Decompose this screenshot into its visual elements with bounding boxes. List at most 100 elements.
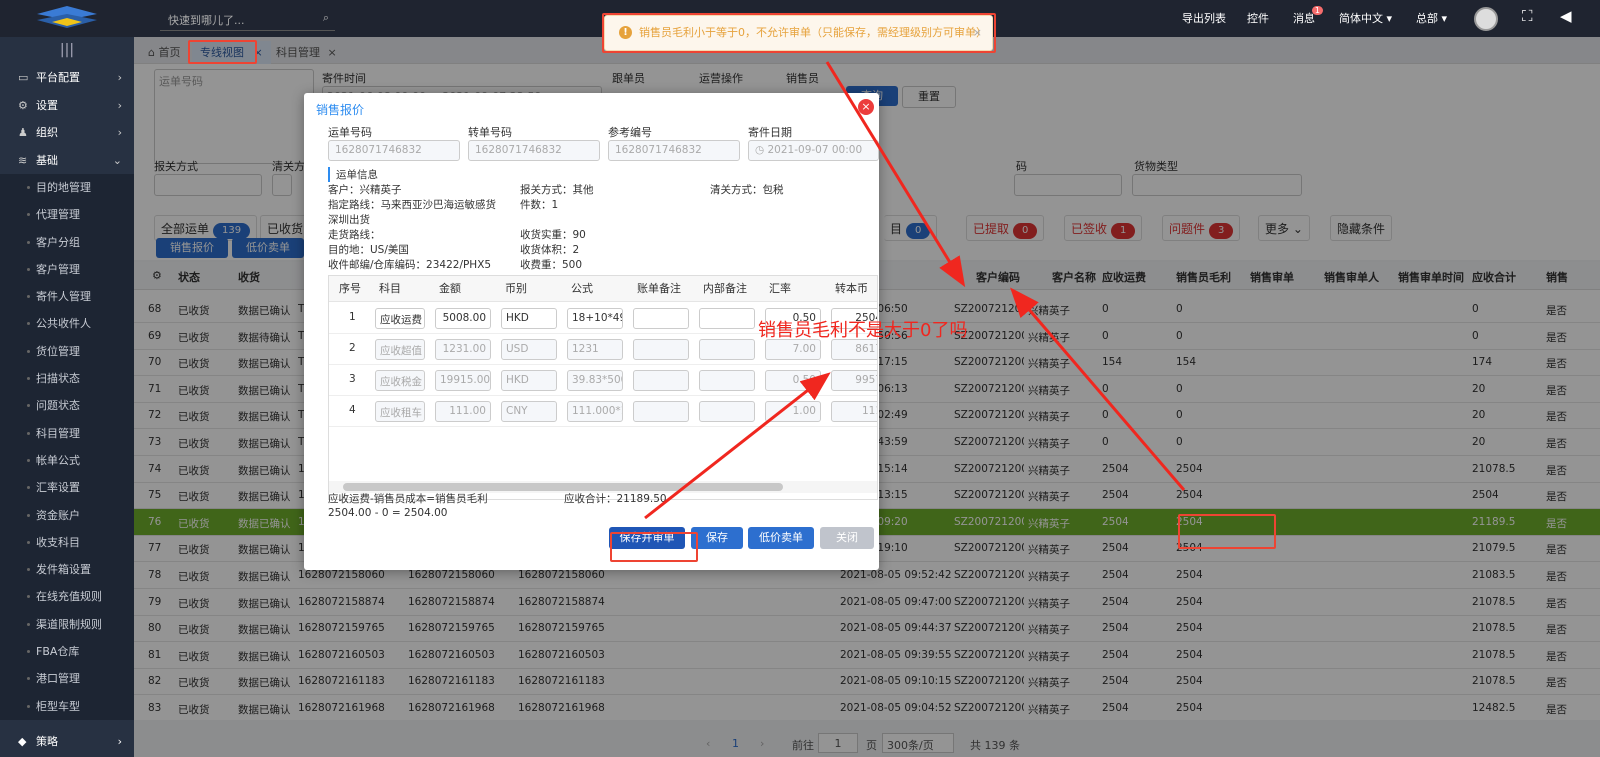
fee-formula-input[interactable]: 39.83*500 xyxy=(567,370,623,391)
layers-icon: ≋ xyxy=(18,153,28,167)
sidebar-subitem[interactable]: 帐单公式 xyxy=(0,446,134,475)
info-zipcode: 收件邮编/仓库编码：23422/PHX5 xyxy=(328,259,492,271)
fee-formula-input[interactable]: 18+10*49 xyxy=(567,308,623,329)
info-actual-weight: 收货实重：90 xyxy=(520,229,586,241)
fee-amount-input[interactable]: 111.00 xyxy=(435,401,491,422)
fee-subject-select[interactable]: 应收超值 xyxy=(375,339,425,360)
search-icon[interactable]: ⌕ xyxy=(323,11,329,25)
sidebar-subitem[interactable]: 扫描状态 xyxy=(0,365,134,393)
fee-currency-select[interactable]: USD xyxy=(501,339,557,360)
fee-local-input[interactable]: 8617 xyxy=(831,339,877,360)
send-date-label: 寄件日期 xyxy=(748,126,792,139)
profit-formula-value: 2504.00 - 0 = 2504.00 xyxy=(328,507,448,519)
waybill-no-field[interactable]: 1628071746832 xyxy=(328,140,460,161)
sidebar-subitem[interactable]: 货位管理 xyxy=(0,337,134,366)
fee-formula-input[interactable]: 111.000*1 xyxy=(567,401,623,422)
info-destination: 目的地：US/美国 xyxy=(328,244,409,256)
language-select[interactable]: 简体中文 ▾ xyxy=(1339,10,1392,26)
highlight-box-toast xyxy=(602,13,996,53)
info-charge-weight: 收费重：500 xyxy=(520,259,583,271)
fullscreen-icon[interactable]: ⛶ xyxy=(1522,7,1533,25)
fee-local-input[interactable]: 111 xyxy=(831,401,877,422)
fee-currency-select[interactable]: HKD xyxy=(501,370,557,391)
sidebar-subitem[interactable]: 科目管理 xyxy=(0,419,134,447)
fee-bill-note-input[interactable] xyxy=(633,401,689,422)
sidebar-subitem[interactable]: 代理管理 xyxy=(0,201,134,229)
sidebar-subitem[interactable]: 客户管理 xyxy=(0,255,134,284)
fee-bill-note-input[interactable] xyxy=(633,370,689,391)
low-price-sell-button[interactable]: 低价卖单 xyxy=(748,527,814,549)
fee-bill-note-input[interactable] xyxy=(633,308,689,329)
sidebar-item-strategy[interactable]: ◆ 策略 › xyxy=(0,727,134,757)
fee-amount-input[interactable]: 5008.00 xyxy=(435,308,491,329)
org-select[interactable]: 总部 ▾ xyxy=(1416,10,1447,26)
fee-currency-select[interactable]: HKD xyxy=(501,308,557,329)
fee-subject-select[interactable]: 应收运费 xyxy=(375,308,425,329)
controls-link[interactable]: 控件 xyxy=(1247,10,1269,26)
fee-currency-select[interactable]: CNY xyxy=(501,401,557,422)
reference-no-field[interactable]: 1628071746832 xyxy=(608,140,740,161)
fee-subject-select[interactable]: 应收税金 xyxy=(375,370,425,391)
menu-toggle-icon[interactable]: ||| xyxy=(0,37,134,64)
fee-internal-note-input[interactable] xyxy=(699,401,755,422)
chevron-right-icon: › xyxy=(117,98,122,112)
fee-amount-input[interactable]: 19915.00 xyxy=(435,370,491,391)
messages-link[interactable]: 消息 1 xyxy=(1293,6,1323,26)
info-pieces: 件数：1 xyxy=(520,199,559,211)
monitor-icon: ▭ xyxy=(18,71,29,84)
transfer-no-field[interactable]: 1628071746832 xyxy=(468,140,600,161)
save-button[interactable]: 保存 xyxy=(691,527,743,549)
sidebar-subitem[interactable]: 资金账户 xyxy=(0,501,134,529)
sidebar-item-org[interactable]: ♟ 组织 › xyxy=(0,119,134,147)
fee-local-input[interactable]: 9957 xyxy=(831,370,877,391)
annotation-text: 销售员毛利不是大于0了吗 xyxy=(758,320,968,341)
close-button[interactable]: 关闭 xyxy=(820,527,874,549)
sidebar-subitem[interactable]: 在线充值规则 xyxy=(0,583,134,611)
info-path: 走货路线： xyxy=(328,229,381,241)
fee-formula-input[interactable]: 1231 xyxy=(567,339,623,360)
sidebar-subitem[interactable]: 公共收件人 xyxy=(0,310,134,338)
fee-rate-input[interactable]: 0.50 xyxy=(765,370,821,391)
sidebar-item-basic[interactable]: ≋ 基础 ⌄ xyxy=(0,147,134,175)
fee-bill-note-input[interactable] xyxy=(633,339,689,360)
sidebar-subitem[interactable]: FBA仓库 xyxy=(0,638,134,666)
sidebar-subitem[interactable]: 寄件人管理 xyxy=(0,283,134,311)
col-bill-note: 账单备注 xyxy=(637,282,681,295)
chevron-right-icon: › xyxy=(117,735,122,748)
sidebar-item-settings[interactable]: ⚙ 设置 › xyxy=(0,92,134,120)
sidebar-subitem[interactable]: 目的地管理 xyxy=(0,174,134,202)
sidebar-item-platform[interactable]: ▭ 平台配置 › xyxy=(0,64,134,92)
fee-row-number: 3 xyxy=(349,373,356,385)
collapse-icon[interactable]: ◀ xyxy=(1560,7,1572,25)
fee-table: 序号 科目 金额 币别 公式 账单备注 内部备注 汇率 转本币 1 应收运费 500… xyxy=(328,275,878,500)
message-count-badge: 1 xyxy=(1311,6,1323,15)
col-no: 序号 xyxy=(339,282,361,295)
close-icon[interactable]: × xyxy=(858,99,874,115)
scrollbar-thumb[interactable] xyxy=(343,483,783,491)
sidebar-subitem[interactable]: 港口管理 xyxy=(0,665,134,693)
sidebar-subitem[interactable]: 汇率设置 xyxy=(0,474,134,502)
avatar[interactable] xyxy=(1474,7,1498,31)
export-list-link[interactable]: 导出列表 xyxy=(1182,10,1226,26)
quick-search-input[interactable]: 快速到哪儿了... ⌕ xyxy=(160,9,335,31)
sidebar-subitem[interactable]: 问题状态 xyxy=(0,392,134,420)
sidebar-subitem[interactable]: 发件箱设置 xyxy=(0,556,134,584)
fee-internal-note-input[interactable] xyxy=(699,339,755,360)
clock-icon: ◷ xyxy=(755,144,768,156)
fee-subject-select[interactable]: 应收租车 xyxy=(375,401,425,422)
sidebar-subitem[interactable]: 渠道限制规则 xyxy=(0,610,134,639)
fee-amount-input[interactable]: 1231.00 xyxy=(435,339,491,360)
fee-rate-input[interactable]: 7.00 xyxy=(765,339,821,360)
sidebar-subitem[interactable]: 柜型车型 xyxy=(0,692,134,720)
fee-rate-input[interactable]: 1.00 xyxy=(765,401,821,422)
sidebar-subitem[interactable]: 收支科目 xyxy=(0,528,134,557)
send-date-field[interactable]: ◷ 2021-09-07 00:00 xyxy=(748,140,879,161)
fee-internal-note-input[interactable] xyxy=(699,370,755,391)
sidebar-subitem[interactable]: 客户分组 xyxy=(0,228,134,256)
search-placeholder: 快速到哪儿了... xyxy=(168,14,245,27)
messages-label: 消息 xyxy=(1293,12,1315,25)
col-subject: 科目 xyxy=(379,282,401,295)
fee-internal-note-input[interactable] xyxy=(699,308,755,329)
col-rate: 汇率 xyxy=(769,282,791,295)
sidebar-label: 基础 xyxy=(36,153,58,167)
